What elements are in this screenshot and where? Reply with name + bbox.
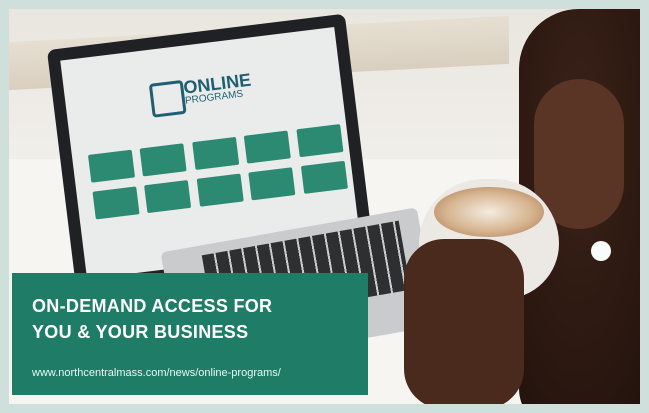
banner-headline: ON-DEMAND ACCESS FOR YOU & YOUR BUSINESS [32,293,362,345]
program-tile [300,160,348,194]
program-tile [296,124,344,158]
hand [404,239,524,404]
online-programs-logo: ONLINE PROGRAMS [148,67,262,118]
banner-url[interactable]: www.northcentralmass.com/news/online-pro… [32,367,362,379]
latte-art [434,187,544,237]
program-tile [140,143,188,177]
promo-banner: ON-DEMAND ACCESS FOR YOU & YOUR BUSINESS… [12,273,368,395]
program-tile [244,130,292,164]
program-tile [144,179,192,214]
program-tiles [86,122,353,227]
program-tile [196,173,244,207]
logo-icon [148,79,187,118]
program-tile [92,186,140,220]
headline-line-2: YOU & YOUR BUSINESS [32,322,249,342]
program-tile [87,149,136,183]
program-tile [248,167,296,201]
headline-line-1: ON-DEMAND ACCESS FOR [32,296,273,316]
program-tile [192,136,240,170]
frame: ONLINE PROGRAMS ON-DEMAND ACCESS FOR YOU… [0,0,649,413]
earring [591,241,611,261]
